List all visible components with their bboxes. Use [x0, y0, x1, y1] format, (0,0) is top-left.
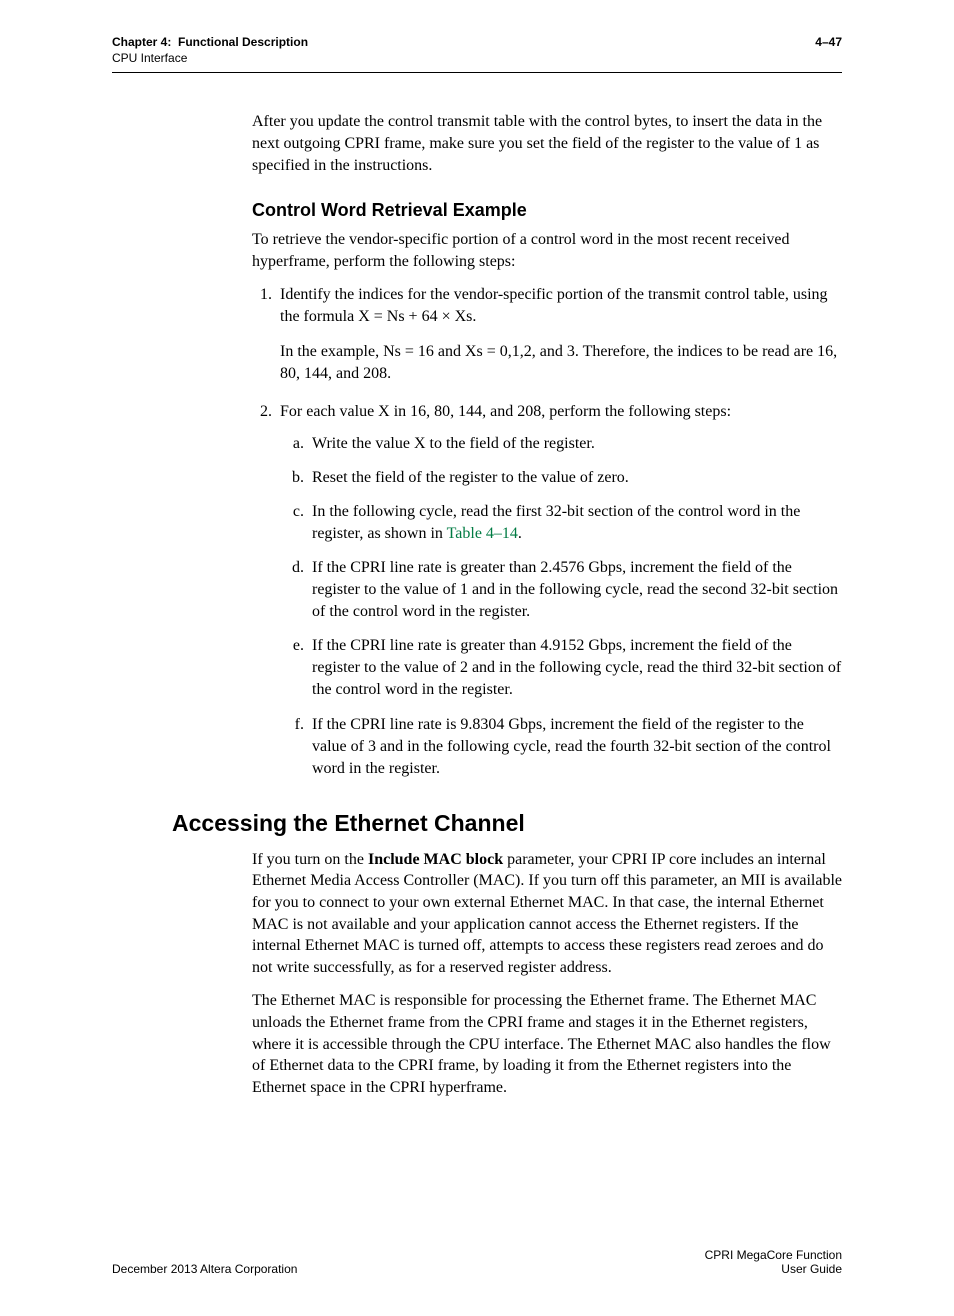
substep-f: If the CPRI line rate is 9.8304 Gbps, in… [308, 714, 842, 780]
eth-p1-bold: Include MAC block [368, 851, 503, 868]
retrieval-intro: To retrieve the vendor-specific portion … [252, 229, 842, 272]
step-1-text-b: In the example, Ns = 16 and Xs = 0,1,2, … [280, 341, 842, 385]
page-number: 4–47 [815, 34, 842, 66]
ethernet-p2: The Ethernet MAC is responsible for proc… [252, 990, 842, 1098]
step-list: Identify the indices for the vendor-spec… [252, 284, 842, 779]
substep-a: Write the value X to the field of the re… [308, 433, 842, 455]
chapter-title: Functional Description [178, 35, 308, 49]
header-section: CPU Interface [112, 51, 187, 65]
chapter-label: Chapter 4: [112, 35, 171, 49]
intro-paragraph: After you update the control transmit ta… [252, 111, 842, 176]
header-left: Chapter 4: Functional Description CPU In… [112, 34, 308, 66]
step-2-intro: For each value X in 16, 80, 144, and 208… [280, 403, 731, 420]
substep-c: In the following cycle, read the first 3… [308, 501, 842, 545]
substep-c-text-b: . [518, 525, 522, 542]
substep-d: If the CPRI line rate is greater than 2.… [308, 557, 842, 623]
footer-right-1: CPRI MegaCore Function [705, 1248, 842, 1262]
substep-b: Reset the field of the register to the v… [308, 467, 842, 489]
step-1: Identify the indices for the vendor-spec… [276, 284, 842, 384]
eth-p1-a: If you turn on the [252, 851, 368, 868]
step-2: For each value X in 16, 80, 144, and 208… [276, 401, 842, 780]
heading-accessing-ethernet: Accessing the Ethernet Channel [172, 810, 842, 837]
substep-e: If the CPRI line rate is greater than 4.… [308, 635, 842, 701]
page-header: Chapter 4: Functional Description CPU In… [112, 34, 842, 73]
substep-list: Write the value X to the field of the re… [280, 433, 842, 780]
table-link[interactable]: Table 4–14 [447, 525, 518, 542]
footer-left: December 2013 Altera Corporation [112, 1262, 297, 1276]
heading-control-word-retrieval: Control Word Retrieval Example [252, 200, 842, 221]
ethernet-p1: If you turn on the Include MAC block par… [252, 849, 842, 979]
substep-c-text-a: In the following cycle, read the first 3… [312, 503, 800, 542]
page-footer: December 2013 Altera Corporation CPRI Me… [112, 1248, 842, 1276]
footer-right: CPRI MegaCore Function User Guide [705, 1248, 842, 1276]
footer-right-2: User Guide [781, 1262, 842, 1276]
step-1-text-a: Identify the indices for the vendor-spec… [280, 286, 828, 325]
eth-p1-b: parameter, your CPRI IP core includes an… [252, 851, 842, 976]
